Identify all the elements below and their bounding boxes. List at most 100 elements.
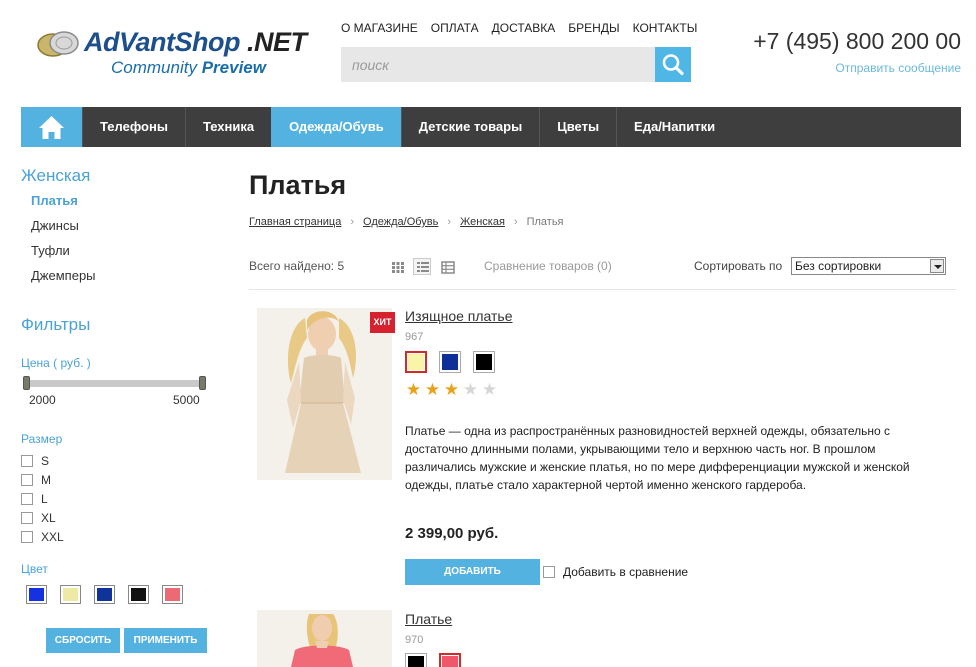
breadcrumb-chevron-icon: › (447, 216, 452, 228)
add-to-cart-button[interactable]: ДОБАВИТЬ (405, 559, 540, 585)
search-input[interactable] (341, 47, 655, 82)
swatch-fill (442, 354, 458, 370)
size-label: S (41, 453, 50, 468)
star-icon[interactable]: ★ (424, 381, 441, 398)
topnav-payment[interactable]: ОПЛАТА (431, 21, 479, 35)
product-color-swatch[interactable] (405, 351, 427, 373)
divider (249, 289, 956, 290)
hit-badge: ХИТ (370, 312, 395, 333)
product-color-swatch[interactable] (473, 351, 495, 373)
logo-brand-name: AdVantShop (84, 27, 241, 57)
view-table-button[interactable] (438, 258, 456, 275)
sort-label: Сортировать по (694, 259, 783, 273)
product-color-swatch[interactable] (439, 351, 461, 373)
breadcrumb-clothing[interactable]: Одежда/Обувь (363, 216, 438, 228)
sort-select-value: Без сортировки (795, 259, 882, 273)
size-checkbox[interactable] (21, 492, 33, 505)
swatch-fill (97, 588, 112, 601)
send-message-link[interactable]: Отправить сообщение (835, 61, 961, 75)
star-icon[interactable]: ★ (443, 381, 460, 398)
view-mode-switcher (388, 258, 456, 275)
size-checkbox[interactable] (21, 454, 33, 467)
color-filter-swatch[interactable] (60, 585, 81, 604)
logo[interactable]: AdVantShop .NET Community Preview (36, 24, 307, 84)
price-slider-min-handle[interactable] (23, 376, 30, 390)
topnav-brands[interactable]: БРЕНДЫ (568, 21, 619, 35)
star-icon[interactable]: ★ (405, 381, 422, 398)
star-icon[interactable]: ★ (481, 381, 498, 398)
size-label: M (41, 472, 51, 487)
menu-item-kids[interactable]: Детские товары (400, 107, 539, 147)
results-count: Всего найдено: 5 (249, 259, 345, 273)
menu-item-food[interactable]: Еда/Напитки (616, 107, 732, 147)
product-color-swatch[interactable] (405, 653, 427, 667)
product-color-options (405, 653, 461, 667)
product-description: Платье — одна из распространённых разнов… (405, 424, 910, 492)
view-list-button[interactable] (413, 258, 431, 275)
page-title: Платья (249, 170, 347, 200)
size-checkbox[interactable] (21, 511, 33, 524)
size-label: XXL (41, 529, 64, 544)
product-name-link[interactable]: Изящное платье (405, 308, 513, 324)
size-option-xxl[interactable]: XXL (21, 527, 64, 546)
menu-item-tech[interactable]: Техника (184, 107, 271, 147)
home-button[interactable] (21, 107, 82, 147)
view-tiles-button[interactable] (388, 258, 406, 275)
table-view-icon (441, 261, 455, 274)
size-checkbox[interactable] (21, 473, 33, 486)
size-option-m[interactable]: M (21, 470, 64, 489)
subcategory-sweaters[interactable]: Джемперы (31, 268, 96, 293)
breadcrumb-women[interactable]: Женская (460, 216, 505, 228)
size-checkbox[interactable] (21, 530, 33, 543)
menu-item-flowers[interactable]: Цветы (539, 107, 616, 147)
dropdown-arrow-icon (930, 259, 944, 273)
product-color-swatch[interactable] (439, 653, 461, 667)
menu-item-phones[interactable]: Телефоны (82, 107, 185, 147)
size-label: L (41, 491, 48, 506)
subcategory-shoes[interactable]: Туфли (31, 243, 96, 268)
topnav-contacts[interactable]: КОНТАКТЫ (633, 21, 698, 35)
size-label: XL (41, 510, 56, 525)
price-slider-max-handle[interactable] (199, 376, 206, 390)
breadcrumb-chevron-icon: › (513, 216, 518, 228)
size-option-s[interactable]: S (21, 451, 64, 470)
logo-tag-bold: Preview (201, 58, 266, 77)
breadcrumb-home[interactable]: Главная страница (249, 216, 341, 228)
menu-item-clothing[interactable]: Одежда/Обувь (271, 107, 401, 147)
price-filter-label: Цена ( руб. ) (21, 356, 91, 370)
sort-select[interactable]: Без сортировки (791, 257, 946, 275)
apply-filters-button[interactable]: ПРИМЕНИТЬ (124, 628, 207, 653)
size-option-l[interactable]: L (21, 489, 64, 508)
product-sku: 970 (405, 634, 424, 646)
subcategory-dresses[interactable]: Платья (31, 193, 96, 218)
sidebar-category-title[interactable]: Женская (21, 166, 90, 186)
logo-brand: AdVantShop .NET (84, 27, 307, 58)
color-filter-swatch[interactable] (94, 585, 115, 604)
product-name-link[interactable]: Платье (405, 611, 452, 627)
color-filter-swatch[interactable] (128, 585, 149, 604)
subcategory-jeans[interactable]: Джинсы (31, 218, 96, 243)
swatch-fill (408, 354, 424, 370)
product-image[interactable] (257, 610, 392, 667)
subcategory-list: Платья Джинсы Туфли Джемперы (31, 193, 96, 293)
product-image[interactable] (257, 308, 392, 480)
topnav-delivery[interactable]: ДОСТАВКА (492, 21, 556, 35)
reset-filters-button[interactable]: СБРОСИТЬ (46, 628, 120, 653)
swatch-fill (165, 588, 180, 601)
star-icon[interactable]: ★ (462, 381, 479, 398)
logo-tag: Community (111, 58, 197, 77)
compare-checkbox[interactable] (543, 566, 555, 578)
compare-products-link[interactable]: Сравнение товаров (0) (484, 259, 612, 273)
price-slider[interactable] (23, 376, 206, 390)
color-filter-swatch[interactable] (162, 585, 183, 604)
product-rating[interactable]: ★ ★ ★ ★ ★ (405, 381, 498, 398)
price-max-value: 5000 (173, 393, 200, 407)
color-filter-swatch[interactable] (26, 585, 47, 604)
add-to-compare[interactable]: Добавить в сравнение (543, 565, 688, 579)
compare-label: Добавить в сравнение (563, 565, 689, 579)
swatch-fill (131, 588, 146, 601)
search-button[interactable] (655, 47, 691, 82)
swatch-fill (442, 656, 458, 667)
size-option-xl[interactable]: XL (21, 508, 64, 527)
topnav-about[interactable]: О МАГАЗИНЕ (341, 21, 418, 35)
